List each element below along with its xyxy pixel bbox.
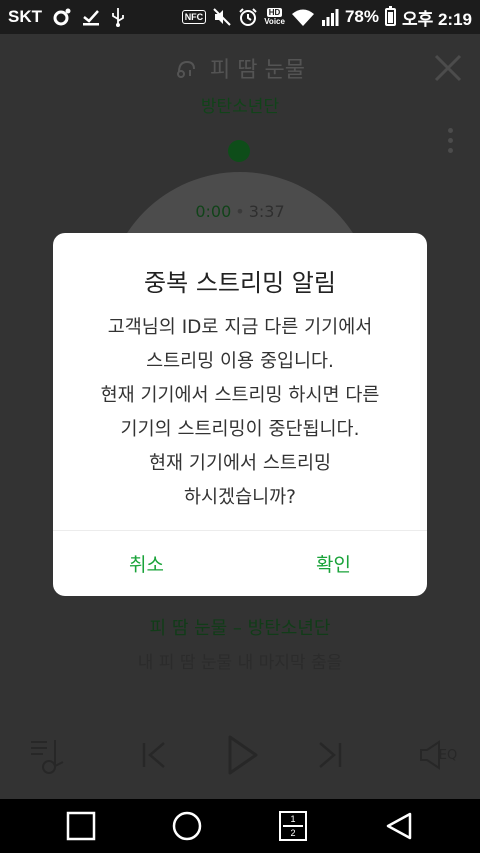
dialog-message-line: 스트리밍 이용 중입니다.: [146, 351, 334, 372]
confirm-button[interactable]: 확인: [240, 531, 427, 596]
usb-icon: [110, 7, 126, 27]
dialog-message-line: 현재 기기에서 스트리밍 하시면 다른: [100, 385, 380, 406]
recent-apps-button[interactable]: [41, 799, 121, 853]
battery-icon: [384, 6, 396, 26]
split-bottom-label: 2: [290, 828, 296, 838]
dialog-message-line: 현재 기기에서 스트리밍: [149, 453, 331, 474]
mute-icon: [212, 7, 232, 27]
dialog-message-line: 하시겠습니까?: [184, 487, 296, 508]
recent-apps-icon: [66, 811, 96, 841]
dialog-message-line: 기기의 스트리밍이 중단됩니다.: [120, 419, 360, 440]
back-icon: [386, 812, 412, 840]
battery-percent: 78%: [344, 7, 379, 26]
carrier-label: SKT: [8, 7, 42, 26]
voice-label: Voice: [264, 17, 285, 26]
wifi-icon: [291, 7, 315, 27]
duplicate-streaming-dialog: 중복 스트리밍 알림 고객님의 ID로 지금 다른 기기에서 스트리밍 이용 중…: [53, 233, 427, 596]
navigation-bar: 1 2: [0, 799, 480, 853]
hd-voice-icon: HD Voice: [264, 8, 285, 26]
status-bar: SKT NFC HD Voice 78% 오후 2:19: [0, 0, 480, 34]
alarm-icon: [238, 7, 258, 27]
hd-label: HD: [266, 8, 283, 17]
clock: 오후 2:19: [401, 9, 472, 29]
dialog-message: 고객님의 ID로 지금 다른 기기에서 스트리밍 이용 중입니다. 현재 기기에…: [53, 311, 427, 515]
dialog-message-line: 고객님의 ID로 지금 다른 기기에서: [107, 317, 373, 338]
dialog-title: 중복 스트리밍 알림: [144, 269, 336, 297]
split-screen-icon: 1 2: [279, 811, 307, 841]
download-done-icon: [82, 8, 100, 26]
record-icon: [52, 7, 72, 27]
home-button[interactable]: [147, 799, 227, 853]
split-screen-button[interactable]: 1 2: [253, 799, 333, 853]
back-button[interactable]: [359, 799, 439, 853]
cancel-button[interactable]: 취소: [53, 531, 240, 596]
split-top-label: 1: [290, 814, 296, 824]
signal-icon: [321, 8, 339, 26]
home-icon: [172, 811, 202, 841]
nfc-icon: NFC: [181, 10, 207, 24]
